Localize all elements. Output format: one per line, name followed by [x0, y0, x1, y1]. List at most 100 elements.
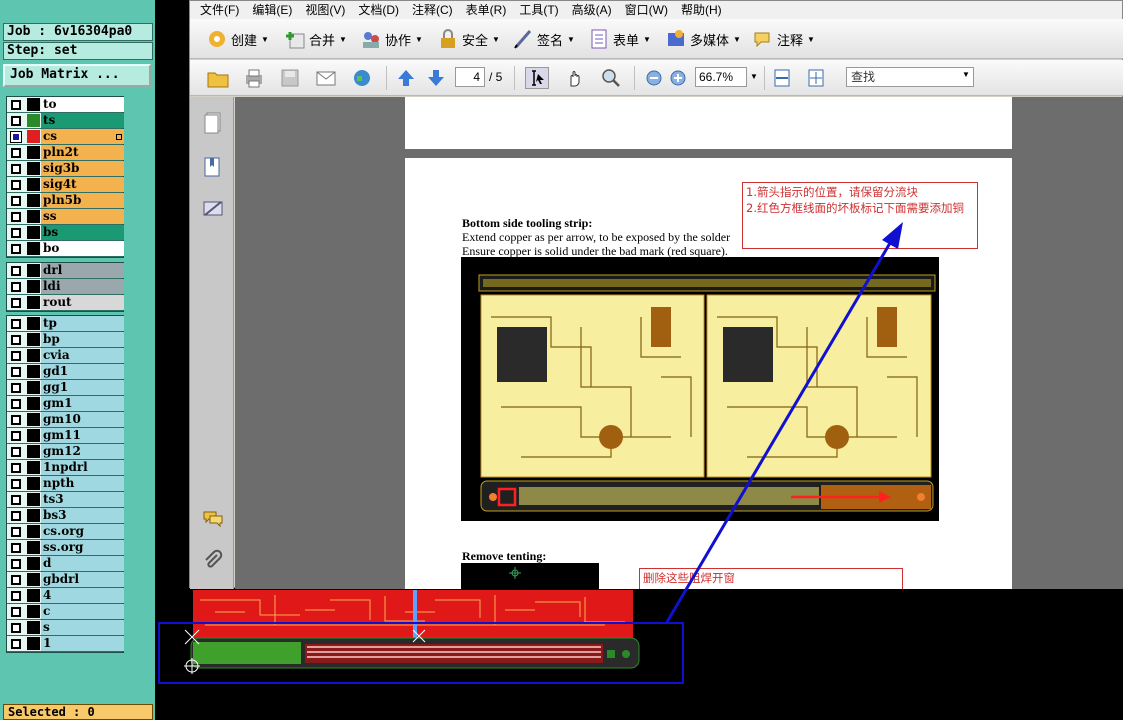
zoom-level-input[interactable]: 66.7% [695, 67, 747, 87]
menu-item-2[interactable]: 视图(V) [305, 3, 345, 17]
layer-checkbox[interactable] [11, 116, 21, 126]
layer-row[interactable]: pln5b [7, 193, 124, 209]
layer-name[interactable]: tp [41, 316, 124, 331]
menu-item-6[interactable]: 工具(T) [519, 3, 558, 17]
layer-checkbox[interactable] [11, 351, 21, 361]
print-button[interactable] [242, 67, 266, 89]
layer-row[interactable]: ss [7, 209, 124, 225]
layer-row[interactable]: sig3b [7, 161, 124, 177]
layer-color-swatch[interactable] [27, 242, 40, 255]
layer-row[interactable]: cs [7, 129, 124, 145]
layer-name[interactable]: pln5b [41, 193, 124, 208]
security-button[interactable]: 安全 ▼ [437, 27, 500, 51]
layer-color-swatch[interactable] [27, 477, 40, 490]
layer-name[interactable]: drl [41, 263, 124, 278]
layer-color-swatch[interactable] [27, 445, 40, 458]
layer-row[interactable]: cs.org [7, 524, 124, 540]
menu-item-7[interactable]: 高级(A) [572, 3, 612, 17]
sign-button[interactable]: 签名 ▼ [512, 27, 575, 51]
layer-color-swatch[interactable] [27, 194, 40, 207]
layer-row[interactable]: gm1 [7, 396, 124, 412]
layer-name[interactable]: c [41, 604, 124, 619]
layer-row[interactable]: npth [7, 476, 124, 492]
layer-name[interactable]: ldi [41, 279, 124, 294]
attachment-icon[interactable] [202, 549, 224, 573]
layer-row[interactable]: gm12 [7, 444, 124, 460]
layer-row[interactable]: cvia [7, 348, 124, 364]
layer-color-swatch[interactable] [27, 637, 40, 650]
layer-checkbox[interactable] [11, 383, 21, 393]
annotation-note-2[interactable]: 删除这些阻焊开窗 [639, 568, 903, 589]
layer-checkbox[interactable] [11, 527, 21, 537]
layer-checkbox[interactable] [11, 575, 21, 585]
find-dropdown[interactable]: ▼ [962, 70, 970, 79]
layer-row[interactable]: pln2t [7, 145, 124, 161]
layer-color-swatch[interactable] [27, 397, 40, 410]
layer-row[interactable]: ss.org [7, 540, 124, 556]
layer-row[interactable]: drl [7, 263, 124, 279]
layer-row[interactable]: gm10 [7, 412, 124, 428]
layer-checkbox[interactable] [11, 164, 21, 174]
fit-page-button[interactable] [804, 67, 828, 89]
layer-name[interactable]: sig4t [41, 177, 124, 192]
email-button[interactable] [314, 67, 338, 89]
menu-item-9[interactable]: 帮助(H) [681, 3, 722, 17]
marquee-zoom-button[interactable] [599, 67, 623, 89]
layer-color-swatch[interactable] [27, 493, 40, 506]
layer-checkbox[interactable] [11, 319, 21, 329]
layer-color-swatch[interactable] [27, 525, 40, 538]
layer-checkbox[interactable] [11, 431, 21, 441]
layer-row[interactable]: bp [7, 332, 124, 348]
layer-color-swatch[interactable] [27, 226, 40, 239]
layer-checkbox[interactable] [11, 543, 21, 553]
web-button[interactable] [350, 67, 374, 89]
collaborate-button[interactable]: 协作 ▼ [360, 27, 423, 51]
zoom-out-button[interactable] [642, 67, 666, 89]
layer-color-swatch[interactable] [27, 210, 40, 223]
document-area[interactable]: Bottom side tooling strip: Extend copper… [235, 97, 1123, 589]
layer-checkbox[interactable] [11, 335, 21, 345]
layer-color-swatch[interactable] [27, 146, 40, 159]
comment-button[interactable]: 注释 ▼ [752, 27, 815, 51]
layer-row[interactable]: bs [7, 225, 124, 241]
hand-tool-button[interactable] [563, 67, 587, 89]
layer-row[interactable]: gm11 [7, 428, 124, 444]
menu-item-0[interactable]: 文件(F) [200, 3, 239, 17]
layer-name[interactable]: s [41, 620, 124, 635]
fit-width-button[interactable] [770, 67, 794, 89]
layer-row[interactable]: 1npdrl [7, 460, 124, 476]
layer-row[interactable]: ldi [7, 279, 124, 295]
layer-name[interactable]: 1 [41, 636, 124, 651]
form-button[interactable]: 表单 ▼ [588, 27, 651, 51]
layer-name[interactable]: gd1 [41, 364, 124, 379]
zoom-in-button[interactable] [666, 67, 690, 89]
layer-row[interactable]: rout [7, 295, 124, 311]
layer-color-swatch[interactable] [27, 317, 40, 330]
previous-page-button[interactable] [394, 67, 418, 89]
layer-checkbox[interactable] [11, 298, 21, 308]
layer-checkbox[interactable] [11, 479, 21, 489]
layer-row[interactable]: ts3 [7, 492, 124, 508]
layer-row[interactable]: s [7, 620, 124, 636]
layer-name[interactable]: bo [41, 241, 124, 256]
layer-color-swatch[interactable] [27, 98, 40, 111]
open-button[interactable] [206, 67, 230, 89]
bookmarks-icon[interactable] [202, 155, 224, 179]
layer-checkbox[interactable] [11, 180, 21, 190]
layer-checkbox[interactable] [11, 266, 21, 276]
layer-checkbox[interactable] [11, 100, 21, 110]
layer-color-swatch[interactable] [27, 114, 40, 127]
layer-name[interactable]: ss.org [41, 540, 124, 555]
layer-row[interactable]: to [7, 97, 124, 113]
layer-name[interactable]: pln2t [41, 145, 124, 160]
layer-checkbox[interactable] [11, 559, 21, 569]
layer-name[interactable]: bs [41, 225, 124, 240]
layer-name[interactable]: 1npdrl [41, 460, 124, 475]
layer-row[interactable]: ts [7, 113, 124, 129]
layer-color-swatch[interactable] [27, 605, 40, 618]
layer-color-swatch[interactable] [27, 461, 40, 474]
menu-item-3[interactable]: 文档(D) [358, 3, 399, 17]
multimedia-button[interactable]: 多媒体 ▼ [665, 27, 741, 51]
layer-row[interactable]: bo [7, 241, 124, 257]
layer-color-swatch[interactable] [27, 509, 40, 522]
